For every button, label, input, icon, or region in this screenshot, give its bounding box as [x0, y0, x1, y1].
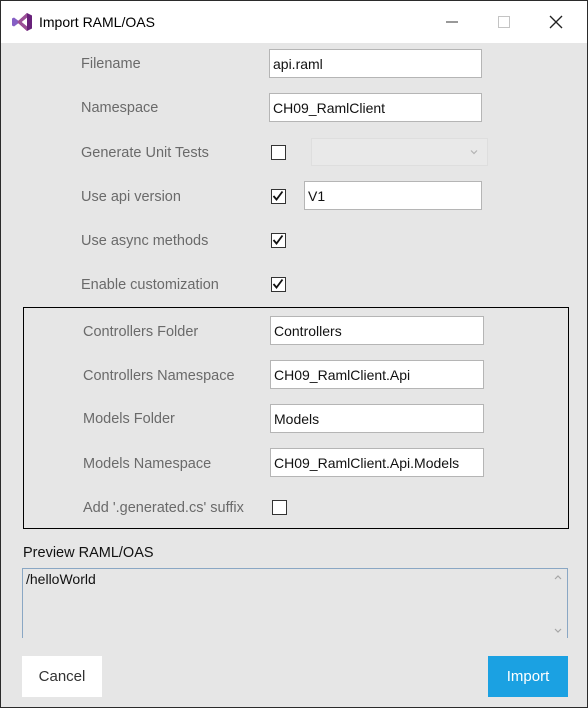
preview-scrollbar[interactable] — [550, 571, 566, 637]
close-icon[interactable] — [547, 13, 565, 31]
preview-content: /helloWorld — [26, 571, 96, 587]
use-api-version-checkbox[interactable] — [271, 189, 286, 204]
title-bar[interactable]: Import RAML/OAS — [1, 1, 587, 43]
visual-studio-icon — [12, 13, 32, 31]
enable-customization-checkbox[interactable] — [271, 277, 286, 292]
import-raml-dialog: Import RAML/OAS Filename api.raml Namesp… — [0, 0, 588, 708]
checkmark-icon — [272, 190, 284, 201]
generated-suffix-label: Add '.generated.cs' suffix — [83, 500, 244, 516]
preview-textbox[interactable]: /helloWorld — [22, 568, 568, 638]
dialog-body: Filename api.raml Namespace CH09_RamlCli… — [1, 43, 587, 707]
controllers-namespace-label: Controllers Namespace — [83, 368, 235, 384]
models-namespace-field[interactable]: CH09_RamlClient.Api.Models — [270, 448, 484, 477]
maximize-icon[interactable] — [495, 13, 513, 31]
minimize-icon[interactable] — [443, 13, 461, 31]
models-folder-field[interactable]: Models — [270, 404, 484, 433]
import-button[interactable]: Import — [488, 656, 568, 697]
controllers-folder-field[interactable]: Controllers — [270, 316, 484, 345]
customization-group: Controllers Folder Controllers Controlle… — [23, 307, 569, 529]
controllers-namespace-field[interactable]: CH09_RamlClient.Api — [270, 360, 484, 389]
controllers-folder-label: Controllers Folder — [83, 324, 199, 340]
checkmark-icon — [272, 234, 284, 245]
use-async-checkbox[interactable] — [271, 233, 286, 248]
scroll-up-icon[interactable] — [553, 573, 563, 581]
use-api-version-label: Use api version — [81, 189, 181, 205]
generate-unit-tests-checkbox[interactable] — [271, 145, 286, 160]
chevron-down-icon — [470, 150, 478, 155]
generated-suffix-checkbox[interactable] — [272, 500, 287, 515]
enable-customization-label: Enable customization — [81, 277, 219, 293]
checkmark-icon — [272, 278, 284, 289]
namespace-label: Namespace — [81, 100, 159, 116]
use-async-label: Use async methods — [81, 233, 209, 249]
models-folder-label: Models Folder — [83, 411, 175, 427]
window-title: Import RAML/OAS — [39, 14, 155, 30]
filename-label: Filename — [81, 56, 141, 72]
unit-test-framework-select[interactable] — [311, 138, 488, 166]
namespace-field[interactable]: CH09_RamlClient — [269, 93, 482, 122]
preview-label: Preview RAML/OAS — [23, 545, 154, 561]
models-namespace-label: Models Namespace — [83, 456, 212, 472]
generate-unit-tests-label: Generate Unit Tests — [81, 145, 209, 161]
filename-field[interactable]: api.raml — [269, 49, 482, 78]
scroll-down-icon[interactable] — [553, 627, 563, 635]
cancel-button[interactable]: Cancel — [22, 656, 102, 697]
api-version-field[interactable]: V1 — [304, 181, 482, 210]
